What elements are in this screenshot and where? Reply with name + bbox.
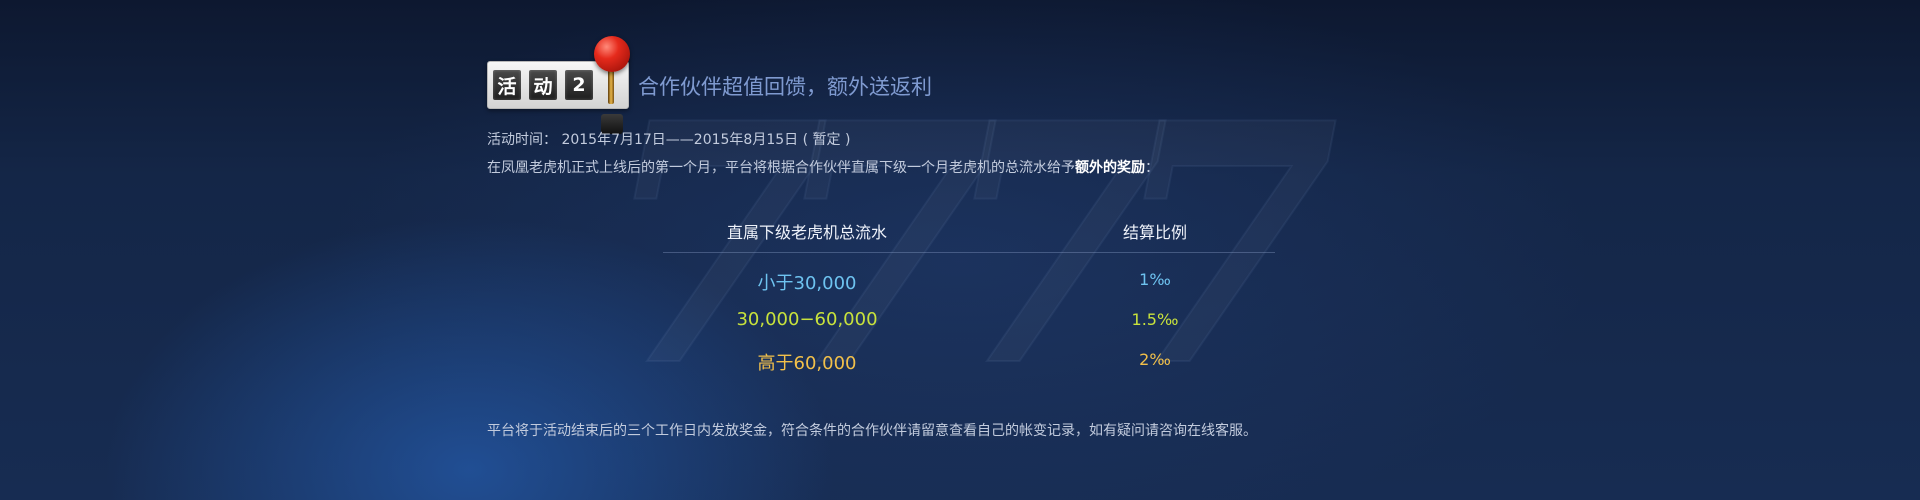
rebate-table: 直属下级老虎机总流水 结算比例 小于30,000 1‰ 30,000−60,00… [663,210,1275,377]
table-body: 小于30,000 1‰ 30,000−60,000 1.5‰ 高于60,000 … [663,253,1275,377]
description-text: 在凤凰老虎机正式上线后的第一个月，平台将根据合作伙伴直属下级一个月老虎机的总流水… [487,160,1075,176]
badge-reel: 2 [565,70,593,100]
description-punctuation: ： [1145,160,1159,176]
activity-heading: 活 动 2 合作伙伴超值回馈，额外送返利 [487,32,1007,134]
badge-reel: 活 [493,70,521,100]
lever-stick [608,70,614,104]
table-header: 直属下级老虎机总流水 结算比例 [663,210,1275,253]
footer-note: 平台将于活动结束后的三个工作日内发放奖金，符合条件的合作伙伴请留意查看自己的帐变… [487,423,1257,439]
activity-title: 合作伙伴超值回馈，额外送返利 [638,75,932,99]
column-header-ratio: 结算比例 [1122,223,1188,242]
turnover-range: 30,000−60,000 [736,309,878,330]
settlement-ratio: 1.5‰ [1131,310,1179,329]
activity-period: 活动时间： 2015年7月17日——2015年8月15日 ( 暂定 ) [487,132,851,148]
description-highlight: 额外的奖励 [1075,160,1145,176]
promo-content: 活 动 2 合作伙伴超值回馈，额外送返利 活动时间： 2015年7月17日——2… [487,0,1287,500]
table-row: 小于30,000 1‰ [663,257,1275,297]
lever-knob-icon [594,36,630,72]
table-row: 高于60,000 2‰ [663,337,1275,377]
badge-reel: 动 [529,70,557,100]
activity-description: 在凤凰老虎机正式上线后的第一个月，平台将根据合作伙伴直属下级一个月老虎机的总流水… [487,157,1159,177]
column-header-turnover: 直属下级老虎机总流水 [726,223,888,242]
table-row: 30,000−60,000 1.5‰ [663,297,1275,337]
turnover-range: 高于60,000 [757,353,857,374]
settlement-ratio: 1‰ [1139,270,1171,289]
turnover-range: 小于30,000 [757,273,857,294]
settlement-ratio: 2‰ [1139,350,1171,369]
